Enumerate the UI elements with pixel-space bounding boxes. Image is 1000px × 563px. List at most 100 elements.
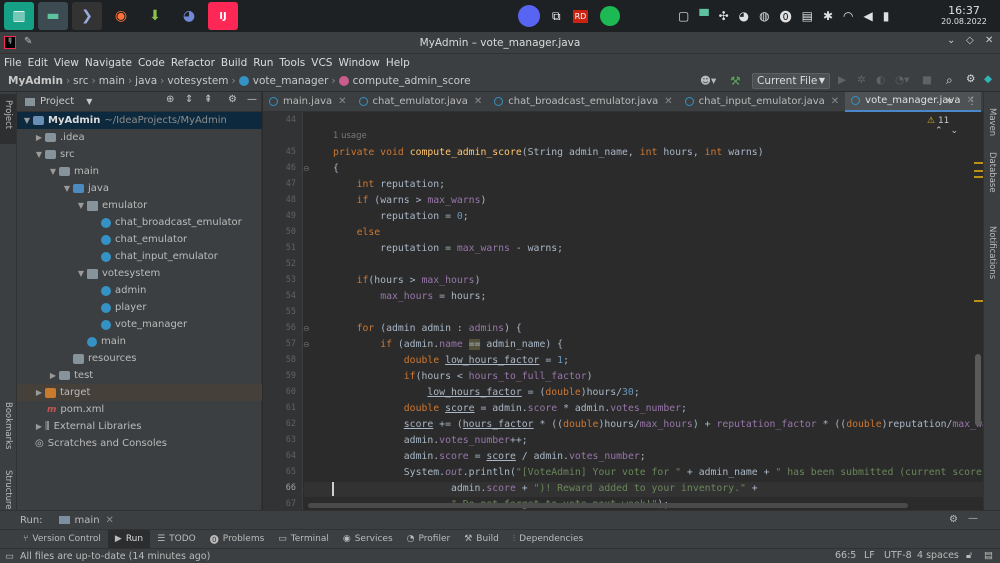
indent-setting[interactable]: 4 spaces	[917, 550, 959, 561]
profile-icon[interactable]: ◔▾	[895, 74, 909, 86]
tree-item-votesystem[interactable]: ▼ votesystem	[17, 265, 262, 282]
tree-item-test[interactable]: ▶ test	[17, 367, 262, 384]
tabs-dropdown-icon[interactable]: ▾	[947, 96, 952, 107]
screen-icon[interactable]: ▀	[699, 9, 708, 23]
services-tool[interactable]: ◉ Services	[336, 534, 400, 544]
terminal-app-icon[interactable]: ❯	[72, 2, 102, 30]
dependencies-tool[interactable]: ⫶ Dependencies	[506, 534, 590, 544]
update-icon[interactable]: ⓿	[780, 8, 792, 25]
chevron-down-icon[interactable]: ▼	[75, 269, 87, 278]
spotify-tray-icon[interactable]	[600, 6, 621, 26]
coverage-icon[interactable]: ◐	[876, 74, 885, 86]
gift-icon[interactable]: ✣	[719, 9, 729, 23]
chevron-down-icon[interactable]: ▼	[47, 167, 59, 176]
window-minimize-button[interactable]: ⌄	[947, 35, 955, 46]
more-options-icon[interactable]: ⋮	[967, 96, 977, 107]
tree-item-player[interactable]: player	[17, 299, 262, 316]
status-message[interactable]: All files are up-to-date (14 minutes ago…	[20, 551, 210, 562]
tree-item-scratches[interactable]: ◎ Scratches and Consoles	[17, 435, 262, 452]
window-maximize-button[interactable]: ◇	[966, 35, 974, 46]
fold-icon[interactable]: ⊖	[303, 340, 310, 349]
tree-item-src[interactable]: ▼ src	[17, 146, 262, 163]
window-overview-icon[interactable]: ▬	[38, 2, 68, 30]
menu-navigate[interactable]: Navigate	[82, 57, 135, 69]
chevron-right-icon[interactable]: ▶	[47, 371, 59, 380]
menu-vcs[interactable]: VCS	[308, 57, 335, 69]
tree-item-myadmin[interactable]: ▼ MyAdmin ~/IdeaProjects/MyAdmin	[17, 112, 262, 129]
menu-run[interactable]: Run	[250, 57, 276, 69]
build-hammer-icon[interactable]: ⚒	[730, 74, 741, 88]
tab-main-java[interactable]: main.java ✕	[263, 92, 353, 112]
todo-tool[interactable]: ☰ TODO	[150, 534, 203, 544]
close-icon[interactable]: ✕	[338, 96, 346, 107]
terminal-tool[interactable]: ▭ Terminal	[271, 534, 336, 544]
run-icon[interactable]: ▶	[838, 74, 846, 86]
chevron-down-icon[interactable]: ▼	[61, 184, 73, 193]
horizontal-scrollbar[interactable]	[308, 503, 908, 508]
menu-help[interactable]: Help	[383, 57, 413, 69]
close-icon[interactable]: ✕	[831, 96, 839, 107]
wifi-icon[interactable]: ◠	[843, 9, 853, 23]
problems-tool[interactable]: ⓿ Problems	[203, 533, 272, 546]
chevron-down-icon[interactable]: ▼	[21, 116, 33, 125]
chevron-down-icon[interactable]: ▼	[86, 97, 92, 106]
intellij-app-icon[interactable]: IJ	[208, 2, 238, 30]
hide-icon[interactable]: —	[247, 94, 257, 105]
menu-build[interactable]: Build	[218, 57, 250, 69]
debug-icon[interactable]: ✲	[857, 74, 866, 86]
maven-tool-label[interactable]: Maven	[987, 108, 997, 136]
fold-icon[interactable]: ⊖	[303, 164, 310, 173]
gear-icon[interactable]: ⚙	[228, 94, 237, 105]
code-editor[interactable]: 44 45 46 47 48 49 50 51 52 53 54 55 56 5…	[263, 112, 983, 510]
tab-vote-manager[interactable]: vote_manager.java ✕	[845, 91, 981, 112]
breadcrumb-votesystem[interactable]: votesystem	[167, 75, 228, 87]
menu-view[interactable]: View	[51, 57, 82, 69]
chevron-down-icon[interactable]: ▼	[75, 201, 87, 210]
tree-item-java[interactable]: ▼ java	[17, 180, 262, 197]
tree-item-vote-manager[interactable]: vote_manager	[17, 316, 262, 333]
close-icon[interactable]: ✕	[106, 515, 114, 526]
bookmarks-tool-label[interactable]: Bookmarks	[3, 402, 13, 450]
version-control-tool[interactable]: ⑂ Version Control	[16, 534, 108, 544]
close-icon[interactable]: ✕	[664, 96, 672, 107]
lock-icon[interactable]: 🔓︎	[966, 550, 972, 561]
tab-chat-emulator[interactable]: chat_emulator.java ✕	[353, 92, 489, 112]
notifications-tool-label[interactable]: Notifications	[987, 226, 997, 279]
warnings-indicator[interactable]: ⚠ 11 ⌃ ⌄	[927, 116, 983, 136]
breadcrumb-method[interactable]: compute_admin_score	[353, 75, 471, 87]
stop-icon[interactable]: ■	[922, 74, 932, 86]
chevron-down-icon[interactable]: ⌄	[951, 126, 959, 136]
tree-item-pom[interactable]: m pom.xml	[17, 401, 262, 418]
tab-chat-broadcast-emulator[interactable]: chat_broadcast_emulator.java ✕	[488, 92, 678, 112]
line-separator[interactable]: LF	[864, 550, 875, 561]
tree-item-chat-emulator[interactable]: chat_emulator	[17, 231, 262, 248]
database-tool-label[interactable]: Database	[987, 152, 997, 193]
breadcrumb-vote-manager[interactable]: vote_manager	[253, 75, 329, 87]
profiler-tool[interactable]: ◔ Profiler	[400, 534, 458, 544]
chevron-up-icon[interactable]: ⌃	[935, 126, 943, 136]
clock[interactable]: 16:37 20.08.2022	[934, 4, 994, 26]
tab-chat-input-emulator[interactable]: chat_input_emulator.java ✕	[679, 92, 846, 112]
bluetooth-icon[interactable]: ✱	[823, 9, 833, 23]
run-tab[interactable]: main ✕	[58, 515, 114, 526]
menu-tools[interactable]: Tools	[276, 57, 308, 69]
search-icon[interactable]: ⌕	[946, 73, 953, 88]
tree-item-chat-input-emulator[interactable]: chat_input_emulator	[17, 248, 262, 265]
caret-position[interactable]: 66:5	[835, 550, 856, 561]
fold-icon[interactable]: ⊖	[303, 324, 310, 333]
tree-item-target[interactable]: ▶ target	[17, 384, 262, 401]
window-close-button[interactable]: ✕	[985, 35, 993, 46]
tree-item-admin[interactable]: admin	[17, 282, 262, 299]
chevron-right-icon[interactable]: ▶	[33, 388, 45, 397]
window-titlebar[interactable]: IJ ✎ MyAdmin – vote_manager.java ⌄ ◇ ✕	[0, 32, 1000, 54]
tree-item-emulator[interactable]: ▼ emulator	[17, 197, 262, 214]
menu-refactor[interactable]: Refactor	[168, 57, 218, 69]
chevron-down-icon[interactable]: ▼	[33, 150, 45, 159]
rider-tray-icon[interactable]: RD	[572, 9, 589, 23]
tree-item-resources[interactable]: resources	[17, 350, 262, 367]
hide-icon[interactable]: —	[968, 513, 978, 524]
tree-item-external-libraries[interactable]: ▶ ⫼ External Libraries	[17, 418, 262, 435]
file-encoding[interactable]: UTF-8	[884, 550, 912, 561]
chevron-right-icon[interactable]: ▶	[33, 422, 45, 431]
steam-icon[interactable]: ◍	[759, 9, 769, 23]
